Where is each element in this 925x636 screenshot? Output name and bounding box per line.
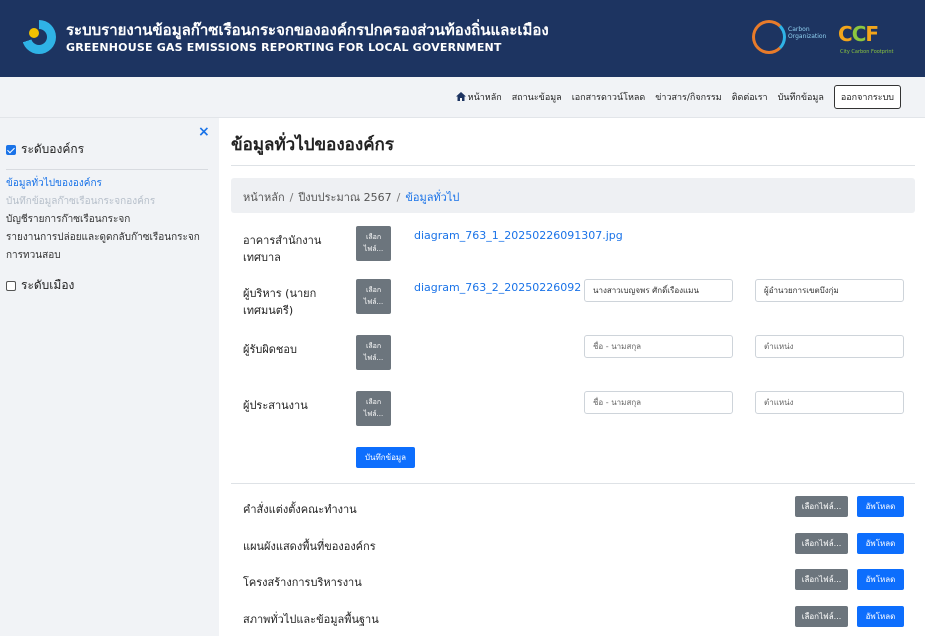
choose-file-label: เลือก <box>365 398 382 406</box>
office-building-choose-file-button[interactable]: เลือกไฟล์... <box>356 226 391 261</box>
sidebar-item-general-info[interactable]: ข้อมูลทั่วไปขององค์กร <box>6 176 102 191</box>
org-level-toggle[interactable]: ระดับองค์กร <box>6 140 84 159</box>
document-upload-button[interactable]: อัพโหลด <box>857 496 904 517</box>
office-building-label: อาคารสำนักงานเทศบาล <box>243 234 322 264</box>
breadcrumb-separator: / <box>289 191 294 204</box>
home-icon <box>455 92 466 101</box>
app-logo <box>22 20 56 54</box>
executive-choose-file-button[interactable]: เลือกไฟล์... <box>356 279 391 314</box>
executive-name-field[interactable]: นางสาวเบญจพร ศักดิ์เรืองแมน <box>584 279 733 302</box>
nav-news[interactable]: ข่าวสาร/กิจกรรม <box>655 90 721 104</box>
responsible-person-name-field[interactable]: ชื่อ - นามสกุล <box>584 335 733 358</box>
document-choose-file-button[interactable]: เลือกไฟล์... <box>795 533 848 554</box>
sidebar-divider <box>6 169 208 170</box>
city-level-checkbox[interactable] <box>6 280 16 291</box>
sidebar-item-verification[interactable]: การทวนสอบ <box>6 248 61 263</box>
carbon-organization-logo <box>752 20 786 54</box>
executive-label: ผู้บริหาร (นายกเทศมนตรี) <box>243 287 317 317</box>
choose-file-label: ไฟล์... <box>363 410 384 418</box>
coordinator-position-field[interactable]: ตำแหน่ง <box>755 391 904 414</box>
ccf-logo-c1: C <box>838 22 853 46</box>
nav-contact[interactable]: ติดต่อเรา <box>732 90 768 104</box>
executive-position-field[interactable]: ผู้อำนวยการเขตบึงกุ่ม <box>755 279 904 302</box>
nav-home[interactable]: หน้าหลัก <box>455 90 502 104</box>
carbon-organization-logo-text: Carbon Organization <box>788 26 827 40</box>
sidebar-item-emission-report[interactable]: รายงานการปล่อยและดูดกลับก๊าซเรือนกระจก <box>6 230 200 245</box>
document-label: สภาพทั่วไปและข้อมูลพื้นฐาน <box>243 613 379 626</box>
coordinator-name-field[interactable]: ชื่อ - นามสกุล <box>584 391 733 414</box>
ccf-logo-c2: C <box>851 22 867 46</box>
nav-home-label: หน้าหลัก <box>467 93 502 103</box>
sidebar-item-record-ghg[interactable]: บันทึกข้อมูลก๊าซเรือนกระจกองค์กร <box>6 194 155 209</box>
document-upload-button[interactable]: อัพโหลด <box>857 533 904 554</box>
choose-file-label: เลือก <box>365 233 382 241</box>
app-header: ระบบรายงานข้อมูลก๊าซเรือนกระจกขององค์กรป… <box>0 0 925 77</box>
choose-file-label: ไฟล์... <box>363 298 384 306</box>
sidebar-item-ghg-inventory[interactable]: บัญชีรายการก๊าซเรือนกระจก <box>6 212 130 227</box>
office-building-file-link[interactable]: diagram_763_1_20250226091307.jpg <box>414 229 623 242</box>
responsible-person-position-field[interactable]: ตำแหน่ง <box>755 335 904 358</box>
breadcrumb-year[interactable]: ปีงบประมาณ 2567 <box>298 191 391 204</box>
nav-downloads[interactable]: เอกสารดาวน์โหลด <box>572 90 646 104</box>
app-title-en: GREENHOUSE GAS EMISSIONS REPORTING FOR L… <box>66 41 502 54</box>
top-nav: หน้าหลัก สถานะข้อมูล เอกสารดาวน์โหลด ข่า… <box>0 77 925 118</box>
document-choose-file-button[interactable]: เลือกไฟล์... <box>795 569 848 590</box>
section-divider <box>231 483 915 484</box>
nav-record-data[interactable]: บันทึกข้อมูล <box>778 90 824 104</box>
breadcrumb-current: ข้อมูลทั่วไป <box>405 191 460 204</box>
app-title-th: ระบบรายงานข้อมูลก๊าซเรือนกระจกขององค์กรป… <box>66 21 549 39</box>
org-level-checkbox[interactable] <box>6 144 16 155</box>
city-level-label: ระดับเมือง <box>21 278 75 292</box>
breadcrumb-separator: / <box>396 191 401 204</box>
title-divider <box>231 165 915 166</box>
page-title: ข้อมูลทั่วไปขององค์กร <box>231 135 394 155</box>
document-label: คำสั่งแต่งตั้งคณะทำงาน <box>243 503 357 516</box>
responsible-person-label: ผู้รับผิดชอบ <box>243 343 297 356</box>
document-upload-button[interactable]: อัพโหลด <box>857 569 904 590</box>
choose-file-label: ไฟล์... <box>363 354 384 362</box>
coordinator-label: ผู้ประสานงาน <box>243 399 308 412</box>
sidebar: × ระดับองค์กร ข้อมูลทั่วไปขององค์กร บันท… <box>0 118 219 636</box>
logout-button[interactable]: ออกจากระบบ <box>833 85 901 109</box>
executive-file-link[interactable]: diagram_763_2_20250226092 <box>414 281 584 294</box>
ccf-logo-f: F <box>865 22 879 46</box>
breadcrumb: หน้าหลัก / ปีงบประมาณ 2567 / ข้อมูลทั่วไป <box>231 178 915 213</box>
document-upload-button[interactable]: อัพโหลด <box>857 606 904 627</box>
choose-file-label: เลือก <box>365 342 382 350</box>
ccf-logo: CCF <box>838 22 879 46</box>
choose-file-label: ไฟล์... <box>363 245 384 253</box>
coordinator-choose-file-button[interactable]: เลือกไฟล์... <box>356 391 391 426</box>
breadcrumb-home[interactable]: หน้าหลัก <box>243 191 285 204</box>
sidebar-close-icon[interactable]: × <box>198 124 210 140</box>
save-button[interactable]: บันทึกข้อมูล <box>356 447 415 468</box>
org-level-label: ระดับองค์กร <box>21 142 85 156</box>
document-choose-file-button[interactable]: เลือกไฟล์... <box>795 606 848 627</box>
document-choose-file-button[interactable]: เลือกไฟล์... <box>795 496 848 517</box>
document-label: โครงสร้างการบริหารงาน <box>243 576 362 589</box>
responsible-person-choose-file-button[interactable]: เลือกไฟล์... <box>356 335 391 370</box>
choose-file-label: เลือก <box>365 286 382 294</box>
ccf-logo-subtitle: City Carbon Footprint <box>840 49 894 55</box>
city-level-toggle[interactable]: ระดับเมือง <box>6 276 74 295</box>
document-label: แผนผังแสดงพื้นที่ขององค์กร <box>243 540 376 553</box>
nav-status[interactable]: สถานะข้อมูล <box>512 90 562 104</box>
